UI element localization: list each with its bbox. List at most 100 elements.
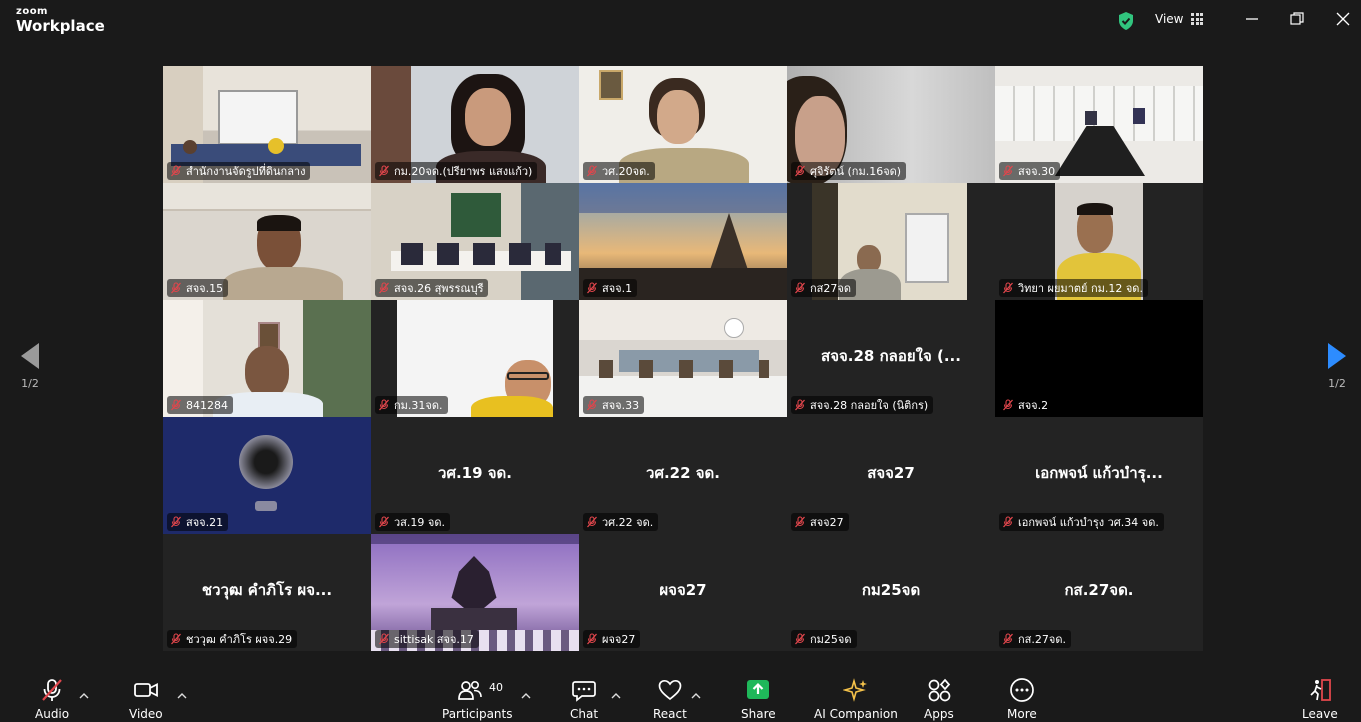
- leave-button[interactable]: Leave: [1302, 677, 1338, 721]
- next-page-button[interactable]: 1/2: [1322, 343, 1352, 390]
- participant-tile[interactable]: กส27จด: [787, 183, 995, 300]
- arrow-right-icon: [1328, 343, 1346, 369]
- grid-view-icon: [1191, 13, 1204, 25]
- audio-label: Audio: [35, 707, 70, 721]
- video-label: Video: [129, 707, 163, 721]
- participant-name-tag: กม.20จด.(ปรียาพร แสงแก้ว): [375, 162, 538, 180]
- participant-tile[interactable]: สจจ27 สจจ27: [787, 417, 995, 534]
- participant-tile[interactable]: สจจ.21: [163, 417, 371, 534]
- participant-name-tag: วส.19 จด.: [375, 513, 450, 531]
- participant-name-tag: sittisak สจจ.17: [375, 630, 479, 648]
- microphone-muted-icon: [586, 633, 598, 645]
- participant-tile[interactable]: วศ.19 จด. วส.19 จด.: [371, 417, 579, 534]
- microphone-muted-icon: [378, 633, 390, 645]
- chat-icon: [572, 681, 596, 702]
- participant-tile[interactable]: สจจ.15: [163, 183, 371, 300]
- audio-button[interactable]: Audio: [35, 677, 69, 721]
- participant-name: วส.19 จด.: [394, 516, 445, 529]
- participant-tile[interactable]: sittisak สจจ.17: [371, 534, 579, 651]
- participant-name: วิทยา ผยมาตย์ กม.12 จด.: [1018, 282, 1143, 295]
- participant-name-tag: 841284: [167, 396, 233, 414]
- participant-tile[interactable]: สจจ.1: [579, 183, 787, 300]
- participant-name: วศ.22 จด.: [602, 516, 654, 529]
- camera-icon: [133, 683, 158, 697]
- participant-name: กส27จด: [810, 282, 851, 295]
- ai-companion-button[interactable]: AI Companion: [814, 677, 898, 721]
- participant-tile[interactable]: วศ.20จด.: [579, 66, 787, 183]
- participant-name-tag: สจจ.30: [999, 162, 1061, 180]
- participant-tile[interactable]: สจจ.26 สุพรรณบุรี: [371, 183, 579, 300]
- microphone-muted-icon: [170, 633, 182, 645]
- chat-options-chevron-icon[interactable]: [611, 685, 621, 699]
- react-button[interactable]: React: [653, 677, 687, 721]
- participant-name-tag: สจจ.26 สุพรรณบุรี: [375, 279, 489, 297]
- chat-button[interactable]: Chat: [570, 677, 598, 721]
- minimize-icon[interactable]: [1243, 10, 1261, 28]
- participant-name: สจจ.15: [186, 282, 224, 295]
- participant-tile[interactable]: วิทยา ผยมาตย์ กม.12 จด.: [995, 183, 1203, 300]
- participant-tile[interactable]: สจจ.28 กลอยใจ (... สจจ.28 กลอยใจ (นิติกร): [787, 300, 995, 417]
- view-button[interactable]: View: [1155, 12, 1204, 26]
- participant-tile[interactable]: สจจ.30: [995, 66, 1203, 183]
- participant-name: สจจ.1: [602, 282, 633, 295]
- participant-display-name: ผจจ27: [659, 581, 707, 599]
- participant-name: ศุจิรัตน์ (กม.16จด): [810, 165, 902, 178]
- microphone-muted-icon: [378, 282, 390, 294]
- participant-display-name: เอกพจน์ แก้วบำรุ...: [1035, 464, 1163, 482]
- participants-options-chevron-icon[interactable]: [521, 685, 531, 699]
- apps-icon: [928, 678, 951, 702]
- share-button[interactable]: Share: [741, 677, 776, 721]
- participant-tile[interactable]: วศ.22 จด. วศ.22 จด.: [579, 417, 787, 534]
- microphone-muted-icon: [794, 399, 806, 411]
- shield-check-icon[interactable]: [1117, 11, 1135, 31]
- previous-page-button[interactable]: 1/2: [15, 343, 45, 390]
- participant-tile[interactable]: ชววุฒ คำภิโร ผจ... ชววุฒ คำภิโร ผจจ.29: [163, 534, 371, 651]
- participant-tile[interactable]: เอกพจน์ แก้วบำรุ... เอกพจน์ แก้วบำรุง วศ.…: [995, 417, 1203, 534]
- microphone-muted-icon: [1002, 516, 1014, 528]
- arrow-left-icon: [21, 343, 39, 369]
- participant-tile[interactable]: ศุจิรัตน์ (กม.16จด): [787, 66, 995, 183]
- participant-name: สจจ.33: [602, 399, 640, 412]
- participant-tile[interactable]: กม.20จด.(ปรียาพร แสงแก้ว): [371, 66, 579, 183]
- participant-name-tag: กส27จด: [791, 279, 856, 297]
- participant-tile[interactable]: กม.31จด.: [371, 300, 579, 417]
- leave-door-icon: [1310, 679, 1331, 701]
- restore-icon[interactable]: [1288, 10, 1306, 28]
- video-options-chevron-icon[interactable]: [177, 685, 187, 699]
- microphone-muted-icon: [170, 282, 182, 294]
- participant-tile[interactable]: กม25จด กม25จด: [787, 534, 995, 651]
- participant-display-name: กม25จด: [861, 581, 921, 599]
- microphone-muted-icon: [794, 282, 806, 294]
- participant-name: เอกพจน์ แก้วบำรุง วศ.34 จด.: [1018, 516, 1159, 529]
- brand-zoom: zoom: [16, 6, 48, 17]
- participant-name: sittisak สจจ.17: [394, 633, 474, 646]
- microphone-muted-icon: [170, 399, 182, 411]
- participant-name-tag: กม25จด: [791, 630, 857, 648]
- video-button[interactable]: Video: [129, 677, 163, 721]
- participant-display-name: วศ.19 จด.: [438, 464, 512, 482]
- more-button[interactable]: More: [1007, 677, 1037, 721]
- participant-tile[interactable]: กส.27จด. กส.27จด.: [995, 534, 1203, 651]
- participant-tile[interactable]: สำนักงานจัดรูปที่ดินกลาง: [163, 66, 371, 183]
- participant-name-tag: สจจ.33: [583, 396, 645, 414]
- microphone-muted-icon: [586, 282, 598, 294]
- participant-name: สจจ27: [810, 516, 844, 529]
- apps-button[interactable]: Apps: [924, 677, 954, 721]
- chat-label: Chat: [570, 707, 599, 721]
- participant-tile[interactable]: ผจจ27 ผจจ27: [579, 534, 787, 651]
- participant-tile[interactable]: สจจ.33: [579, 300, 787, 417]
- page-indicator-right: 1/2: [1328, 377, 1346, 390]
- leave-label: Leave: [1302, 707, 1338, 721]
- more-icon: [1010, 678, 1034, 702]
- react-options-chevron-icon[interactable]: [691, 685, 701, 699]
- microphone-muted-icon: [1002, 165, 1014, 177]
- microphone-muted-icon: [378, 165, 390, 177]
- participant-tile[interactable]: 841284: [163, 300, 371, 417]
- participant-name-tag: สจจ.28 กลอยใจ (นิติกร): [791, 396, 934, 414]
- close-icon[interactable]: [1334, 10, 1352, 28]
- participant-name-tag: กส.27จด.: [999, 630, 1071, 648]
- participant-tile[interactable]: สจจ.2: [995, 300, 1203, 417]
- participant-name-tag: วศ.20จด.: [583, 162, 655, 180]
- audio-options-chevron-icon[interactable]: [79, 685, 89, 699]
- participant-name-tag: วิทยา ผยมาตย์ กม.12 จด.: [999, 279, 1148, 297]
